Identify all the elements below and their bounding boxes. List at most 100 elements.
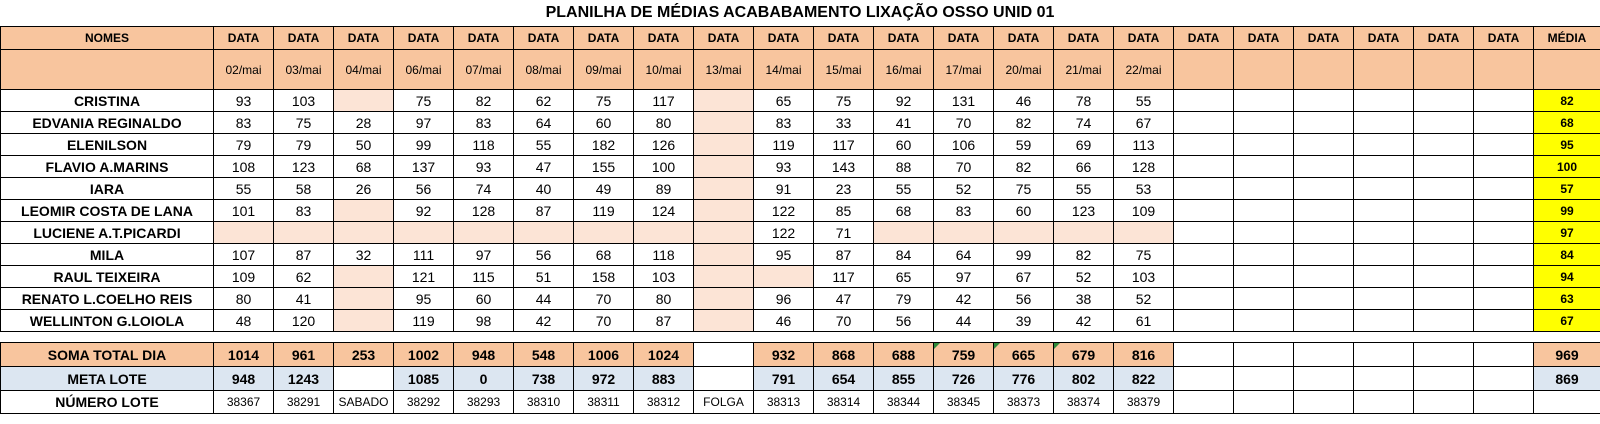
value-cell[interactable]: 108 [213, 155, 274, 178]
value-cell[interactable]: 38293 [453, 390, 514, 414]
value-cell[interactable] [1353, 390, 1414, 414]
date-cell[interactable]: 08/mai [513, 49, 574, 90]
value-cell[interactable] [1293, 155, 1354, 178]
value-cell[interactable]: 55 [1113, 89, 1174, 112]
date-cell[interactable]: 07/mai [453, 49, 514, 90]
value-cell[interactable] [1173, 265, 1234, 288]
value-cell[interactable]: 38291 [273, 390, 334, 414]
value-cell[interactable]: 53 [1113, 177, 1174, 200]
employee-name[interactable]: FLAVIO A.MARINS [0, 155, 214, 178]
value-cell[interactable] [1353, 89, 1414, 112]
employee-name[interactable]: LEOMIR COSTA DE LANA [0, 199, 214, 222]
value-cell[interactable]: 71 [813, 221, 874, 244]
value-cell[interactable] [693, 111, 754, 134]
value-cell[interactable]: 33 [813, 111, 874, 134]
value-cell[interactable]: 143 [813, 155, 874, 178]
value-cell[interactable] [333, 309, 394, 332]
value-cell[interactable]: 38379 [1113, 390, 1174, 414]
value-cell[interactable]: 113 [1113, 133, 1174, 156]
value-cell[interactable]: 961 [273, 342, 334, 367]
value-cell[interactable]: 42 [933, 287, 994, 310]
value-cell[interactable] [1173, 177, 1234, 200]
value-cell[interactable] [1233, 221, 1294, 244]
value-cell[interactable]: 58 [273, 177, 334, 200]
value-cell[interactable] [1173, 309, 1234, 332]
value-cell[interactable]: 92 [393, 199, 454, 222]
value-cell[interactable] [933, 221, 994, 244]
value-cell[interactable] [693, 287, 754, 310]
value-cell[interactable]: 82 [453, 89, 514, 112]
value-cell[interactable]: 41 [273, 287, 334, 310]
value-cell[interactable] [1353, 309, 1414, 332]
value-cell[interactable]: 119 [753, 133, 814, 156]
value-cell[interactable] [1233, 366, 1294, 391]
value-cell[interactable]: 50 [333, 133, 394, 156]
value-cell[interactable] [1233, 342, 1294, 367]
average-cell[interactable]: 99 [1533, 199, 1600, 222]
value-cell[interactable]: 80 [213, 287, 274, 310]
value-cell[interactable]: 75 [393, 89, 454, 112]
date-row-name-cell[interactable] [0, 49, 214, 90]
value-cell[interactable]: 67 [993, 265, 1054, 288]
value-cell[interactable] [753, 265, 814, 288]
value-cell[interactable] [1233, 287, 1294, 310]
value-cell[interactable] [1473, 342, 1534, 367]
value-cell[interactable]: 38373 [993, 390, 1054, 414]
value-cell[interactable] [1353, 265, 1414, 288]
value-cell[interactable]: 118 [633, 243, 694, 266]
value-cell[interactable] [1353, 221, 1414, 244]
value-cell[interactable] [1233, 89, 1294, 112]
value-cell[interactable] [1173, 133, 1234, 156]
value-cell[interactable] [1293, 309, 1354, 332]
value-cell[interactable]: 665 [993, 342, 1054, 367]
value-cell[interactable]: 79 [273, 133, 334, 156]
value-cell[interactable]: 70 [933, 155, 994, 178]
value-cell[interactable]: 56 [873, 309, 934, 332]
value-cell[interactable] [1293, 390, 1354, 414]
value-cell[interactable]: 70 [813, 309, 874, 332]
value-cell[interactable]: 38345 [933, 390, 994, 414]
value-cell[interactable]: 776 [993, 366, 1054, 391]
employee-name[interactable]: MILA [0, 243, 214, 266]
value-cell[interactable]: 119 [573, 199, 634, 222]
value-cell[interactable] [1413, 243, 1474, 266]
value-cell[interactable]: 759 [933, 342, 994, 367]
value-cell[interactable]: 99 [993, 243, 1054, 266]
value-cell[interactable]: 0 [453, 366, 514, 391]
value-cell[interactable]: 726 [933, 366, 994, 391]
value-cell[interactable] [1173, 221, 1234, 244]
value-cell[interactable]: 42 [513, 309, 574, 332]
date-cell[interactable]: 06/mai [393, 49, 454, 90]
value-cell[interactable] [1353, 366, 1414, 391]
value-cell[interactable]: 95 [393, 287, 454, 310]
value-cell[interactable]: 38313 [753, 390, 814, 414]
value-cell[interactable]: 41 [873, 111, 934, 134]
value-cell[interactable]: 120 [273, 309, 334, 332]
value-cell[interactable]: 117 [813, 265, 874, 288]
value-cell[interactable]: 1014 [213, 342, 274, 367]
value-cell[interactable] [453, 221, 514, 244]
value-cell[interactable]: 802 [1053, 366, 1114, 391]
value-cell[interactable]: 1006 [573, 342, 634, 367]
date-cell[interactable]: 09/mai [573, 49, 634, 90]
value-cell[interactable]: 65 [753, 89, 814, 112]
value-cell[interactable] [1233, 133, 1294, 156]
value-cell[interactable] [1473, 133, 1534, 156]
employee-name[interactable]: LUCIENE A.T.PICARDI [0, 221, 214, 244]
date-cell[interactable] [1413, 49, 1474, 90]
value-cell[interactable]: 95 [753, 243, 814, 266]
value-cell[interactable]: 92 [873, 89, 934, 112]
average-cell[interactable]: 84 [1533, 243, 1600, 266]
value-cell[interactable]: 60 [993, 199, 1054, 222]
value-cell[interactable]: 38374 [1053, 390, 1114, 414]
value-cell[interactable]: 23 [813, 177, 874, 200]
value-cell[interactable] [573, 221, 634, 244]
value-cell[interactable]: 46 [753, 309, 814, 332]
value-cell[interactable] [1413, 221, 1474, 244]
value-cell[interactable] [1233, 155, 1294, 178]
value-cell[interactable] [1293, 366, 1354, 391]
value-cell[interactable] [1173, 89, 1234, 112]
value-cell[interactable]: 91 [753, 177, 814, 200]
average-cell[interactable]: 95 [1533, 133, 1600, 156]
value-cell[interactable] [1053, 221, 1114, 244]
